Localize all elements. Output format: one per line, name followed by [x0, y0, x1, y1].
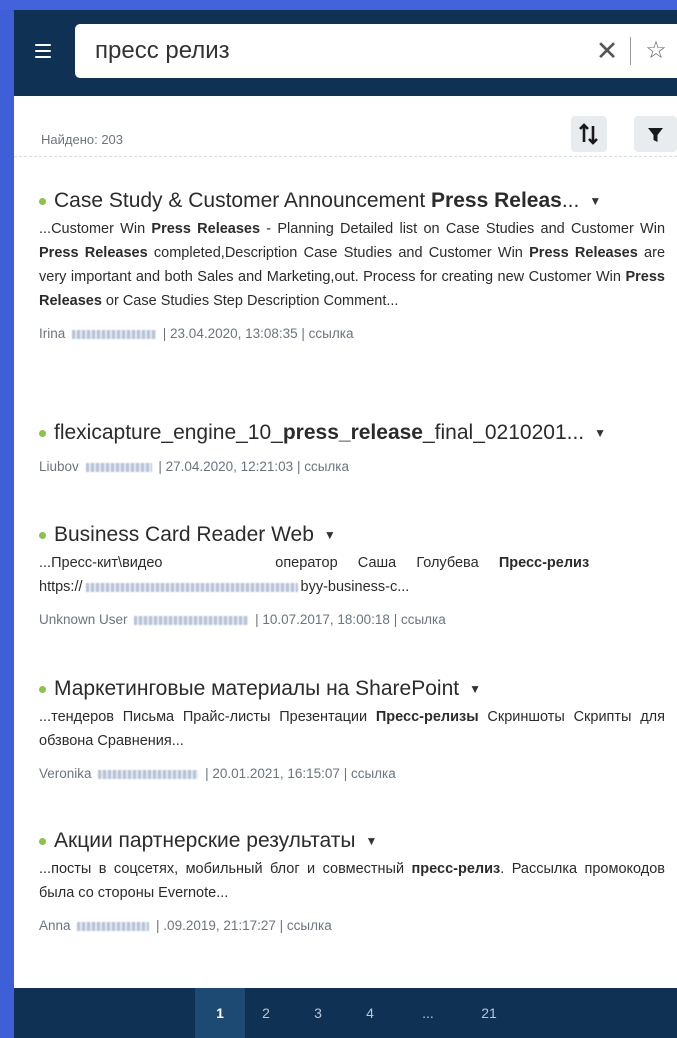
result-date: | 27.04.2020, 12:21:03 | — [154, 459, 305, 474]
search-app-panel: ✕ ☆ Найдено: 203 Case Study & Customer A… — [14, 10, 677, 1038]
result-title-rest: ... — [561, 189, 580, 212]
result-title-line: Case Study & Customer Announcement Press… — [39, 188, 665, 214]
result-meta: Liubov | 27.04.2020, 12:21:03 | ссылка — [39, 459, 665, 474]
sort-button[interactable] — [571, 116, 607, 152]
result-title-link[interactable]: Business Card Reader Web — [54, 522, 314, 548]
background-strip — [0, 0, 677, 10]
result-title-rest: _final_0210201... — [422, 421, 585, 444]
redacted-email — [134, 615, 249, 625]
caret-down-icon[interactable]: ▼ — [589, 188, 601, 214]
result-link[interactable]: ссылка — [401, 612, 446, 627]
result-title-line: Business Card Reader Web ▼ — [39, 522, 665, 548]
search-box: ✕ ☆ — [75, 24, 677, 78]
result-meta: Irina | 23.04.2020, 13:08:35 | ссылка — [39, 326, 665, 341]
result-meta: Unknown User | 10.07.2017, 18:00:18 | сс… — [39, 612, 665, 627]
status-dot — [39, 429, 46, 437]
result-title-text: Case Study & Customer Announcement — [54, 189, 432, 212]
result-meta: Anna | .09.2019, 21:17:27 | ссылка — [39, 918, 665, 933]
page-2[interactable]: 2 — [248, 988, 284, 1038]
redacted-email — [72, 329, 157, 339]
result-author: Unknown User — [39, 612, 128, 627]
result-author: Veronika — [39, 766, 92, 781]
page-4[interactable]: 4 — [352, 988, 388, 1038]
pagination: 1 2 3 4... 21 — [14, 988, 677, 1038]
result-author: Anna — [39, 918, 71, 933]
page-ellipsis[interactable]: ... — [406, 988, 450, 1038]
filter-funnel-icon — [648, 128, 663, 142]
result-date: | .09.2019, 21:17:27 | — [152, 918, 287, 933]
result-link[interactable]: ссылка — [309, 326, 354, 341]
search-header: ✕ ☆ — [14, 10, 677, 96]
result-title-link[interactable]: flexicapture_engine_10_press_release_fin… — [54, 420, 584, 446]
status-dot — [39, 197, 46, 205]
search-result: flexicapture_engine_10_press_release_fin… — [39, 420, 665, 474]
redacted-email — [85, 462, 152, 472]
page-3[interactable]: 3 — [300, 988, 336, 1038]
star-outline-icon[interactable]: ☆ — [643, 36, 669, 66]
result-author: Liubov — [39, 459, 79, 474]
caret-down-icon[interactable]: ▼ — [469, 676, 481, 702]
close-icon[interactable]: ✕ — [594, 36, 620, 66]
caret-down-icon[interactable]: ▼ — [324, 522, 336, 548]
results-toolbar: Найдено: 203 — [14, 96, 677, 157]
filter-button[interactable] — [634, 116, 677, 152]
redacted-email — [98, 769, 199, 779]
page-1[interactable]: 1 — [195, 988, 245, 1038]
hamburger-menu-icon[interactable] — [32, 40, 54, 62]
result-link[interactable]: ссылка — [287, 918, 332, 933]
redacted-email — [77, 921, 150, 931]
result-link[interactable]: ссылка — [351, 766, 396, 781]
result-author: Irina — [39, 326, 66, 341]
sort-arrows-icon — [579, 123, 598, 145]
result-title-highlight: Press Releas — [431, 189, 562, 212]
result-title-link[interactable]: Маркетинговые материалы на SharePoint — [54, 676, 459, 702]
search-result: Case Study & Customer Announcement Press… — [39, 188, 665, 341]
result-title-highlight: press_release — [282, 421, 423, 444]
result-date: | 20.01.2021, 16:15:07 | — [201, 766, 351, 781]
search-divider — [630, 37, 631, 65]
caret-down-icon[interactable]: ▼ — [594, 420, 606, 446]
status-dot — [39, 685, 46, 693]
page-21[interactable]: 21 — [467, 988, 511, 1038]
search-result: Business Card Reader Web ▼ ...Пресс-кит\ви… — [39, 522, 665, 627]
result-snippet: ...посты в соцсетях, мобильный блог и со… — [39, 861, 665, 901]
result-snippet: ...тендеров Письма Прайс-листы Презентац… — [39, 709, 665, 749]
result-date: | 23.04.2020, 13:08:35 | — [159, 326, 309, 341]
result-title-line: Акции партнерские результаты ▼ — [39, 828, 665, 854]
result-title-text: Акции партнерские результаты — [54, 829, 356, 852]
result-title-link[interactable]: Case Study & Customer Announcement Press… — [54, 188, 579, 214]
status-dot — [39, 531, 46, 539]
result-title-line: Маркетинговые материалы на SharePoint ▼ — [39, 676, 665, 702]
result-date: | 10.07.2017, 18:00:18 | — [251, 612, 401, 627]
status-dot — [39, 837, 46, 845]
result-meta: Veronika | 20.01.2021, 16:15:07 | ссылка — [39, 766, 665, 781]
result-title-line: flexicapture_engine_10_press_release_fin… — [39, 420, 665, 446]
caret-down-icon[interactable]: ▼ — [366, 828, 378, 854]
result-snippet: ...Customer Win Press Releases - Plannin… — [39, 221, 666, 309]
results-count: Найдено: 203 — [41, 132, 124, 147]
result-title-text: Business Card Reader Web — [54, 523, 314, 546]
result-link[interactable]: ссылка — [304, 459, 349, 474]
result-title-link[interactable]: Акции партнерские результаты — [54, 828, 356, 854]
search-result: Акции партнерские результаты ▼ ...посты в … — [39, 828, 665, 933]
result-title-text: flexicapture_engine_10_ — [54, 421, 283, 444]
search-input[interactable] — [95, 24, 575, 78]
result-snippet: ...Пресс-кит\видео оператор Саша Голубев… — [39, 555, 590, 595]
search-result: Маркетинговые материалы на SharePoint ▼..… — [39, 676, 665, 781]
result-title-text: Маркетинговые материалы на SharePoint — [54, 677, 460, 700]
